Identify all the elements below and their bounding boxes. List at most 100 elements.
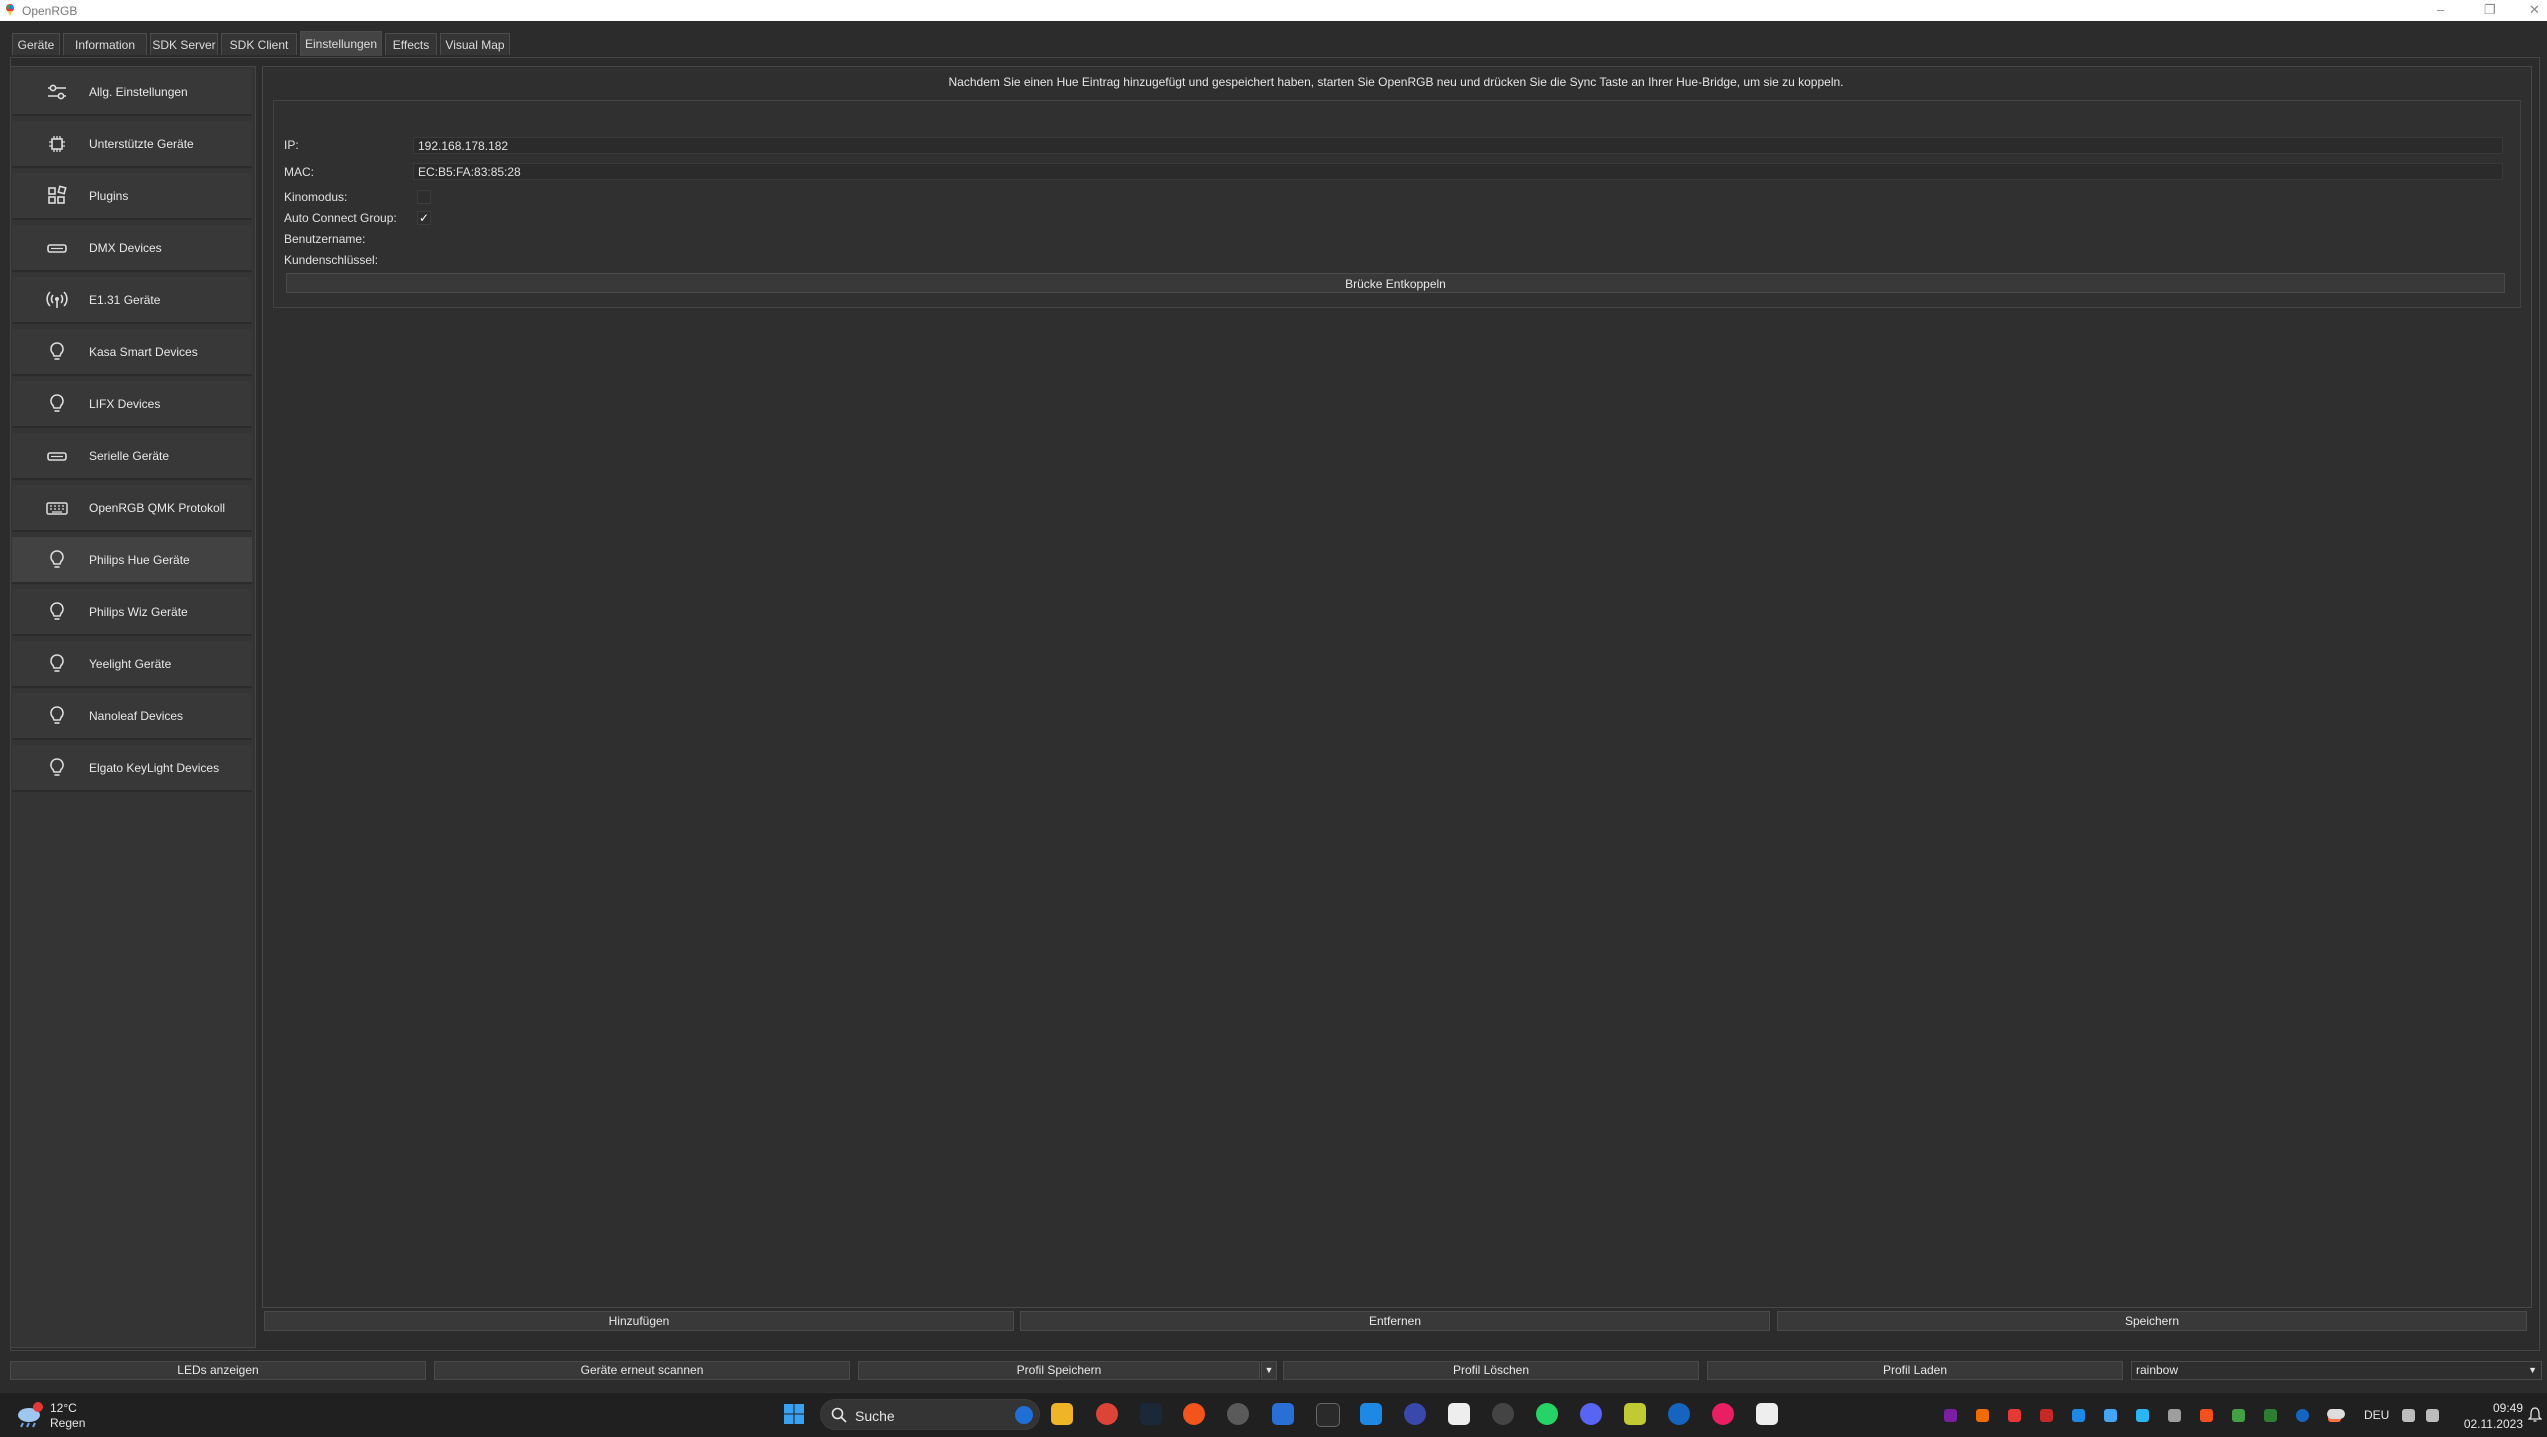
tray-icon-6[interactable] [2104,1409,2117,1422]
sidebar-item-label: Philips Hue Geräte [89,553,190,567]
load-profile-button[interactable]: Profil Laden [1707,1361,2123,1380]
app-icon-globe[interactable] [1668,1403,1690,1425]
app-icon-indigo[interactable] [1404,1403,1426,1425]
tab-sdk-client[interactable]: SDK Client [221,33,297,55]
tray-icon-4[interactable] [2040,1409,2053,1422]
app-icon-active[interactable] [1756,1403,1778,1425]
sidebar-item-label: E1.31 Geräte [89,293,161,307]
tray-icon-5[interactable] [2072,1409,2085,1422]
tab-visual-map[interactable]: Visual Map [440,33,510,55]
openrgb-logo-icon [6,4,14,16]
app-icon-white[interactable] [1448,1403,1470,1425]
clock-time[interactable]: 09:49 [2487,1401,2523,1415]
sidebar-item-label: Serielle Geräte [89,449,170,463]
whatsapp-icon[interactable] [1536,1403,1558,1425]
openrgb-taskbar-icon[interactable] [1712,1403,1734,1425]
sidebar-item-serielle-geraete[interactable]: Serielle Geräte [12,433,252,480]
tab-information[interactable]: Information [63,33,147,55]
taskbar-search[interactable]: Suche [820,1399,1040,1430]
sidebar-item-label: Philips Wiz Geräte [89,605,188,619]
sidebar-item-label: Allg. Einstellungen [89,85,188,99]
language-indicator[interactable]: DEU [2364,1408,2389,1422]
tab-einstellungen[interactable]: Einstellungen [300,31,382,56]
ip-label: IP: [284,138,299,152]
tray-icon-2[interactable] [1976,1409,1989,1422]
tab-effects[interactable]: Effects [385,33,437,55]
add-button[interactable]: Hinzufügen [264,1311,1014,1331]
restore-icon[interactable]: ❐ [2484,2,2496,18]
volume-icon[interactable] [2426,1409,2439,1422]
battlenet-icon[interactable] [1272,1403,1294,1425]
mac-field[interactable]: EC:B5:FA:83:85:28 [413,163,2503,180]
benutzername-label: Benutzername: [284,232,366,246]
ip-field[interactable]: 192.168.178.182 [413,137,2503,154]
tray-icon-8[interactable] [2168,1409,2181,1422]
close-icon[interactable]: ✕ [2529,2,2540,18]
tray-icon-7[interactable] [2136,1409,2149,1422]
profile-select[interactable]: rainbow ▼ [2131,1361,2542,1380]
sidebar-item-label: LIFX Devices [89,397,161,411]
sidebar-item-openrgb-qmk-protokoll[interactable]: OpenRGB QMK Protokoll [12,485,252,532]
sidebar-item-lifx-devices[interactable]: LIFX Devices [12,381,252,428]
sidebar-item-yeelight-geraete[interactable]: Yeelight Geräte [12,641,252,688]
sidebar-item-elgato-keylight-devices[interactable]: Elgato KeyLight Devices [12,745,252,792]
title-bar: OpenRGB – ❐ ✕ [0,0,2547,21]
save-button[interactable]: Speichern [1777,1311,2527,1331]
unpair-bridge-button[interactable]: Brücke Entkoppeln [286,273,2505,293]
bulb-icon [50,706,64,724]
kinomodus-checkbox[interactable] [417,190,431,204]
kinomodus-label: Kinomodus: [284,190,348,204]
chrome-icon[interactable] [1096,1403,1118,1425]
tab-bar: Geräte Information SDK Server SDK Client… [0,21,2547,57]
ubisoft-icon[interactable] [1227,1403,1249,1425]
ea-icon[interactable] [1183,1403,1205,1425]
profile-select-value: rainbow [2136,1363,2179,1377]
sidebar-item-dmx-devices[interactable]: DMX Devices [12,225,252,272]
tray-icon-3[interactable] [2008,1409,2021,1422]
epic-games-icon[interactable] [1316,1403,1340,1427]
tray-icon-11[interactable] [2264,1409,2277,1422]
sidebar-item-kasa-smart-devices[interactable]: Kasa Smart Devices [12,329,252,376]
auto-connect-group-checkbox[interactable]: ✓ [417,211,431,225]
search-label: Suche [855,1408,895,1424]
chatgpt-icon[interactable] [1492,1403,1514,1425]
tab-sdk-server[interactable]: SDK Server [150,33,218,55]
bing-icon [1015,1406,1033,1424]
app-icon-lime[interactable] [1624,1403,1646,1425]
bulb-icon [50,550,64,568]
sidebar-item-philips-hue-geraete[interactable]: Philips Hue Geräte [12,537,252,584]
tab-geraete[interactable]: Geräte [12,33,60,55]
discord-icon[interactable] [1580,1403,1602,1425]
sidebar-item-allg-einstellungen[interactable]: Allg. Einstellungen [12,69,252,116]
notification-bell-icon[interactable] [2528,1407,2542,1423]
chevron-down-icon: ▼ [2528,1365,2537,1375]
tray-icon-1[interactable] [1944,1409,1957,1422]
clock-date[interactable]: 02.11.2023 [2457,1417,2523,1431]
tray-icon-9[interactable] [2200,1409,2213,1422]
sidebar-item-plugins[interactable]: Plugins [12,173,252,220]
save-profile-dropdown-icon[interactable]: ▼ [1261,1361,1277,1380]
file-explorer-icon[interactable] [1051,1403,1073,1425]
sidebar-item-e131-geraete[interactable]: E1.31 Geräte [12,277,252,324]
remove-button[interactable]: Entfernen [1020,1311,1770,1331]
sidebar-item-unterstuetzte-geraete[interactable]: Unterstützte Geräte [12,121,252,168]
app-icon-blue[interactable] [1360,1403,1382,1425]
start-icon[interactable] [783,1403,805,1425]
onedrive-icon[interactable] [2327,1409,2345,1419]
steam-icon[interactable] [1140,1403,1162,1425]
weather-icon[interactable] [14,1401,44,1429]
sidebar-item-label: OpenRGB QMK Protokoll [89,501,226,515]
tray-icon-12[interactable] [2296,1409,2309,1422]
rescan-devices-button[interactable]: Geräte erneut scannen [434,1361,850,1380]
sidebar-item-label: Plugins [89,189,129,203]
delete-profile-button[interactable]: Profil Löschen [1283,1361,1699,1380]
save-profile-button[interactable]: Profil Speichern [858,1361,1260,1380]
tray-icon-10[interactable] [2232,1409,2245,1422]
network-icon[interactable] [2402,1409,2415,1422]
connector-icon [47,452,67,461]
show-leds-button[interactable]: LEDs anzeigen [10,1361,426,1380]
sidebar-item-nanoleaf-devices[interactable]: Nanoleaf Devices [12,693,252,740]
weather-temperature: 12°C [50,1401,77,1415]
sidebar-item-philips-wiz-geraete[interactable]: Philips Wiz Geräte [12,589,252,636]
minimize-icon[interactable]: – [2437,2,2444,17]
